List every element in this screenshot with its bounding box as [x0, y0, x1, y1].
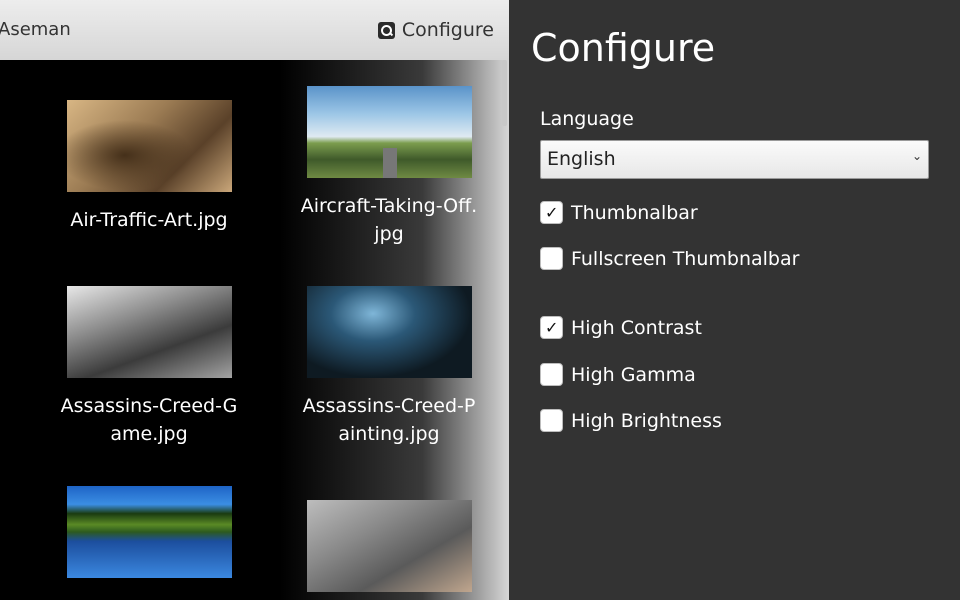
fullscreen-thumbnalbar-checkbox[interactable]: Fullscreen Thumbnalbar: [540, 247, 799, 270]
configure-button-label: Configure: [401, 19, 494, 41]
checkbox-label: High Gamma: [571, 363, 696, 386]
thumbnail-image: [66, 286, 232, 378]
gallery-item[interactable]: [59, 486, 239, 578]
app-title: Aseman: [0, 19, 71, 40]
thumbnalbar-checkbox[interactable]: ✓ Thumbnalbar: [540, 201, 698, 224]
thumbnail-label: Assassins-Creed-Game.jpg: [60, 395, 238, 445]
thumbnail-label: Assassins-Creed-Painting.jpg: [302, 395, 476, 445]
thumbnail-image: [306, 86, 472, 178]
checkmark-icon: ✓: [545, 318, 559, 337]
checkbox-label: Thumbnalbar: [571, 201, 698, 224]
high-gamma-checkbox[interactable]: High Gamma: [540, 363, 696, 386]
thumbnail-image: [306, 286, 472, 378]
checkbox-box[interactable]: ✓: [540, 316, 563, 339]
thumbnail-image: [66, 100, 232, 192]
checkbox-label: Fullscreen Thumbnalbar: [571, 247, 800, 270]
configure-button[interactable]: Configure: [377, 19, 494, 41]
page-title: Configure: [531, 26, 716, 70]
checkbox-box[interactable]: [540, 409, 563, 432]
checkbox-label: High Contrast: [571, 316, 702, 339]
top-toolbar: Aseman Configure: [0, 0, 509, 60]
checkbox-box[interactable]: [540, 363, 563, 386]
language-select-value: English: [547, 148, 616, 170]
gallery-item[interactable]: Aircraft-Taking-Off.jpg: [299, 86, 479, 248]
configure-icon: [377, 21, 395, 39]
gallery-item[interactable]: Assassins-Creed-Painting.jpg: [299, 286, 479, 448]
language-label: Language: [540, 108, 634, 130]
gallery-item[interactable]: [299, 500, 479, 592]
language-select[interactable]: English ⌄: [540, 140, 929, 179]
thumbnail-label: Air-Traffic-Art.jpg: [70, 209, 228, 231]
gallery-pane: Aseman Configure Air-Traffic-Art.jpg Air…: [0, 0, 509, 600]
thumbnail-image: [306, 500, 472, 592]
gallery-item[interactable]: Assassins-Creed-Game.jpg: [59, 286, 239, 448]
chevron-down-icon: ⌄: [911, 149, 922, 163]
gallery-item[interactable]: Air-Traffic-Art.jpg: [59, 100, 239, 234]
gallery-scrollbar[interactable]: [500, 60, 509, 600]
checkmark-icon: ✓: [545, 203, 559, 222]
thumbnail-image: [66, 486, 232, 578]
checkbox-box[interactable]: ✓: [540, 201, 563, 224]
high-contrast-checkbox[interactable]: ✓ High Contrast: [540, 316, 702, 339]
configure-panel: Configure Language English ⌄ ✓ Thumbnalb…: [509, 0, 960, 600]
gallery-scrollbar-thumb[interactable]: [502, 60, 507, 126]
high-brightness-checkbox[interactable]: High Brightness: [540, 409, 722, 432]
checkbox-label: High Brightness: [571, 409, 722, 432]
thumbnail-label: Aircraft-Taking-Off.jpg: [300, 195, 478, 245]
checkbox-box[interactable]: [540, 247, 563, 270]
